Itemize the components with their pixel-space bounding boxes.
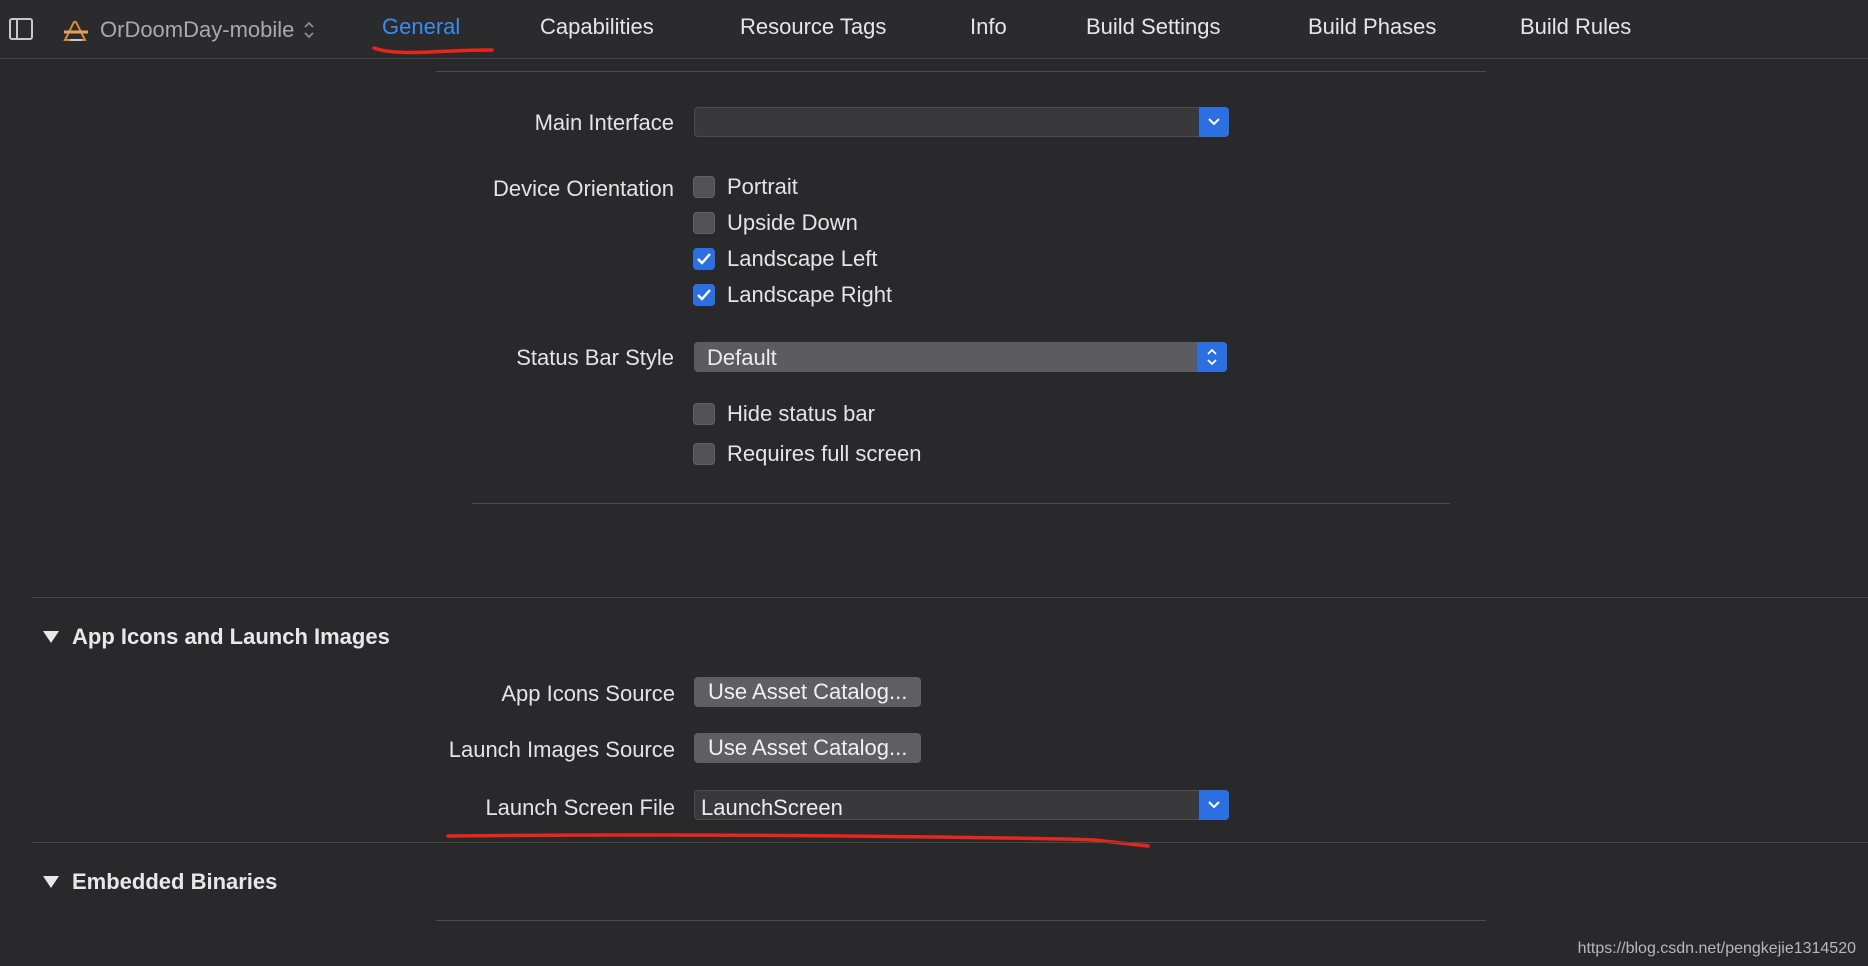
disclosure-triangle-icon[interactable]: [42, 629, 60, 645]
status-bar-style-value: Default: [707, 345, 777, 370]
section-separator: [32, 597, 1868, 598]
launch-screen-file-value: LaunchScreen: [701, 795, 843, 820]
orientation-portrait[interactable]: Portrait: [693, 173, 798, 201]
tab-info[interactable]: Info: [970, 14, 1007, 40]
status-bar-style-popup[interactable]: Default: [694, 342, 1227, 372]
hide-status-bar-option[interactable]: Hide status bar: [693, 400, 875, 428]
device-orientation-label: Device Orientation: [493, 176, 674, 201]
app-target-icon: [63, 21, 88, 41]
orientation-landscape-right[interactable]: Landscape Right: [693, 281, 892, 309]
launch-images-source-label: Launch Images Source: [448, 737, 675, 762]
tab-build-settings[interactable]: Build Settings: [1086, 14, 1221, 40]
portrait-checkbox[interactable]: [693, 176, 715, 198]
requires-full-screen-option[interactable]: Requires full screen: [693, 440, 921, 468]
launch-screen-file-combobox[interactable]: LaunchScreen: [694, 790, 1229, 820]
app-icons-source-label: App Icons Source: [501, 681, 675, 706]
launch-screen-file-label: Launch Screen File: [485, 795, 675, 820]
status-bar-style-label: Status Bar Style: [516, 345, 674, 370]
launch-images-use-asset-catalog-button[interactable]: Use Asset Catalog...: [694, 733, 922, 763]
section-separator: [32, 842, 1868, 843]
main-interface-label: Main Interface: [534, 110, 674, 135]
landscape-left-label: Landscape Left: [727, 246, 878, 271]
section-divider: [436, 920, 1486, 921]
hide-status-bar-checkbox[interactable]: [693, 403, 715, 425]
orientation-upside-down[interactable]: Upside Down: [693, 209, 858, 237]
annotation-underline-launch-screen: [446, 833, 1150, 848]
editor-tab-bar: OrDoomDay-mobile General Capabilities Re…: [0, 0, 1868, 59]
landscape-right-label: Landscape Right: [727, 282, 893, 307]
sidebar-toggle-icon[interactable]: [9, 18, 33, 40]
app-icons-section-title: App Icons and Launch Images: [72, 624, 390, 649]
section-divider: [436, 71, 1486, 72]
target-name: OrDoomDay-mobile: [100, 17, 295, 42]
upside-down-label: Upside Down: [727, 210, 858, 235]
embedded-binaries-section-header[interactable]: Embedded Binaries: [42, 869, 277, 895]
hide-status-bar-label: Hide status bar: [727, 401, 875, 426]
checkmark-icon: [697, 289, 711, 301]
main-interface-combobox[interactable]: [694, 107, 1229, 137]
requires-full-screen-checkbox[interactable]: [693, 443, 715, 465]
requires-full-screen-label: Requires full screen: [727, 441, 922, 466]
landscape-right-checkbox[interactable]: [693, 284, 715, 306]
app-icons-section-header[interactable]: App Icons and Launch Images: [42, 624, 390, 650]
tab-capabilities[interactable]: Capabilities: [540, 14, 654, 40]
chevron-down-icon[interactable]: [1199, 790, 1229, 820]
portrait-label: Portrait: [727, 174, 798, 199]
checkmark-icon: [697, 253, 711, 265]
annotation-underline-general: [372, 46, 494, 55]
tab-build-rules[interactable]: Build Rules: [1520, 14, 1631, 40]
tab-resource-tags[interactable]: Resource Tags: [740, 14, 886, 40]
source-watermark: https://blog.csdn.net/pengkejie1314520: [1577, 940, 1856, 957]
xcode-target-editor: OrDoomDay-mobile General Capabilities Re…: [0, 0, 1868, 966]
chevron-updown-icon[interactable]: [1197, 342, 1227, 372]
section-divider: [472, 503, 1450, 504]
chevron-down-icon[interactable]: [1199, 107, 1229, 137]
embedded-binaries-section-title: Embedded Binaries: [72, 869, 278, 894]
orientation-landscape-left[interactable]: Landscape Left: [693, 245, 877, 273]
app-icons-use-asset-catalog-button[interactable]: Use Asset Catalog...: [694, 677, 922, 707]
tab-general[interactable]: General: [382, 14, 460, 40]
chevron-updown-icon: [304, 21, 315, 39]
landscape-left-checkbox[interactable]: [693, 248, 715, 270]
disclosure-triangle-icon[interactable]: [42, 874, 60, 890]
tab-build-phases[interactable]: Build Phases: [1308, 14, 1436, 40]
upside-down-checkbox[interactable]: [693, 212, 715, 234]
target-selector[interactable]: OrDoomDay-mobile: [62, 14, 316, 46]
